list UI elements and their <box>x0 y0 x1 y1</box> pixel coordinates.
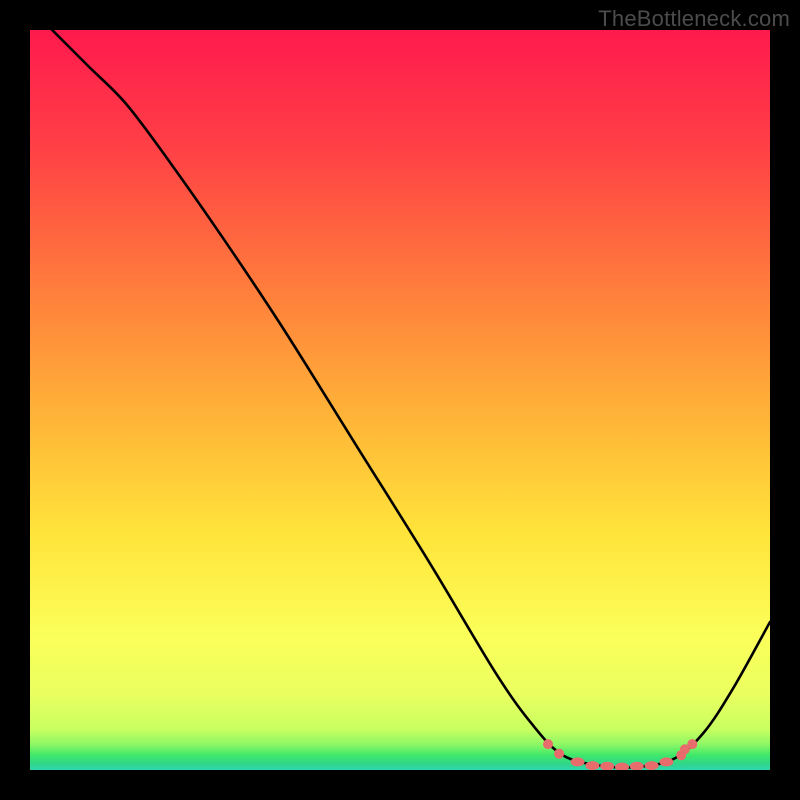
sweet-spot-marker <box>659 757 673 766</box>
sweet-spot-marker <box>645 761 659 770</box>
sweet-spot-marker <box>554 749 564 759</box>
sweet-spot-marker <box>543 739 553 749</box>
chart-frame: TheBottleneck.com <box>0 0 800 800</box>
sweet-spot-marker <box>571 757 585 766</box>
chart-svg <box>30 30 770 770</box>
sweet-spot-marker <box>585 761 599 770</box>
plot-area <box>30 30 770 770</box>
gradient-background <box>30 30 770 770</box>
watermark-text: TheBottleneck.com <box>598 6 790 32</box>
sweet-spot-marker <box>687 739 697 749</box>
